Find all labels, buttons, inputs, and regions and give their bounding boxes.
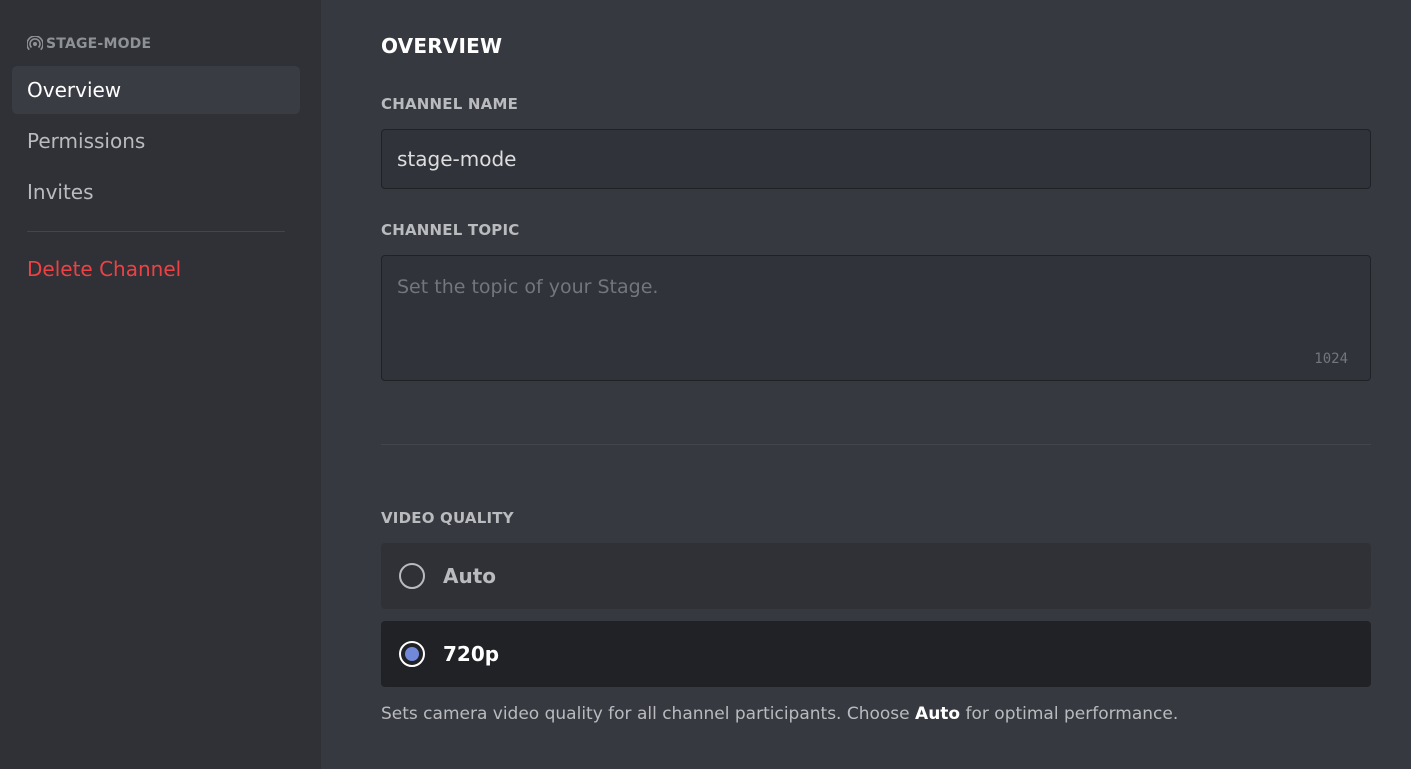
channel-topic-label: CHANNEL TOPIC <box>381 221 520 239</box>
radio-dot <box>405 647 419 661</box>
sidebar-item-overview[interactable]: Overview <box>12 66 300 114</box>
radio-option-label: 720p <box>443 642 500 666</box>
video-quality-help-text: Sets camera video quality for all channe… <box>381 704 1178 724</box>
section-divider <box>381 444 1371 445</box>
sidebar-item-invites[interactable]: Invites <box>12 168 300 216</box>
delete-channel-button[interactable]: Delete Channel <box>12 245 300 293</box>
channel-name-label: CHANNEL NAME <box>381 95 519 113</box>
help-text-emphasis: Auto <box>915 704 961 724</box>
sidebar-item-label: Invites <box>27 180 94 204</box>
sidebar-item-label: Overview <box>27 78 122 102</box>
help-text-part: for optimal performance. <box>960 704 1179 724</box>
sidebar-divider <box>27 231 285 232</box>
sidebar-item-label: Permissions <box>27 129 146 153</box>
character-counter: 1024 <box>1314 351 1348 367</box>
radio-option-label: Auto <box>443 564 497 588</box>
video-quality-option-720p[interactable]: 720p <box>381 621 1371 687</box>
radio-unselected-icon <box>399 563 425 589</box>
delete-channel-label: Delete Channel <box>27 257 182 281</box>
channel-settings-window: STAGE-MODE Overview Permissions Invites … <box>0 0 1411 769</box>
settings-content: OVERVIEW CHANNEL NAME CHANNEL TOPIC 1024… <box>321 0 1411 769</box>
settings-sidebar: STAGE-MODE Overview Permissions Invites … <box>0 0 321 769</box>
sidebar-header-label: STAGE-MODE <box>46 36 152 52</box>
video-quality-option-auto[interactable]: Auto <box>381 543 1371 609</box>
channel-topic-field: 1024 <box>381 255 1371 381</box>
stage-icon <box>27 36 43 52</box>
help-text-part: Sets camera video quality for all channe… <box>381 704 916 724</box>
radio-selected-icon <box>399 641 425 667</box>
sidebar-item-permissions[interactable]: Permissions <box>12 117 300 165</box>
sidebar-header: STAGE-MODE <box>27 36 151 52</box>
video-quality-label: VIDEO QUALITY <box>381 509 514 527</box>
channel-name-input[interactable] <box>381 129 1371 189</box>
page-title: OVERVIEW <box>381 34 503 58</box>
channel-topic-input[interactable] <box>382 256 1370 380</box>
